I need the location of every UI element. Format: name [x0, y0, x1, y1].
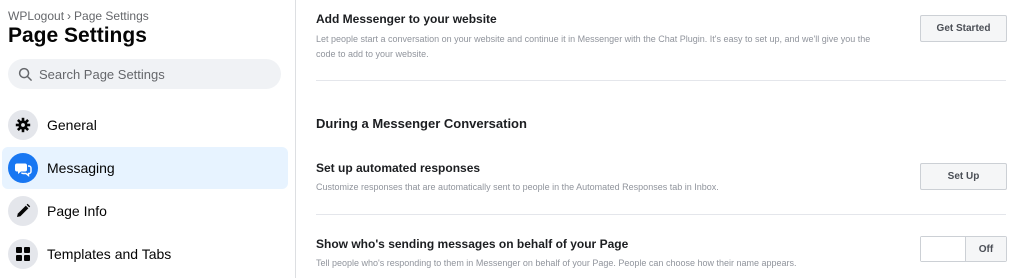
sidebar-item-label: Messaging [47, 160, 115, 176]
add-messenger-description: Let people start a conversation on your … [316, 34, 871, 59]
search-box[interactable] [8, 59, 281, 89]
messenger-icon [8, 153, 38, 183]
toggle-knob[interactable] [921, 237, 966, 261]
grid-icon [8, 239, 38, 269]
show-sender-description: Tell people who's responding to them in … [316, 258, 797, 268]
automated-responses-description: Customize responses that are automatical… [316, 182, 719, 192]
sidebar-item-general[interactable]: General [2, 104, 288, 146]
search-input[interactable] [39, 66, 269, 82]
add-messenger-title: Add Messenger to your website [316, 12, 497, 26]
search-icon [18, 67, 32, 81]
sidebar-item-page-info[interactable]: Page Info [2, 190, 288, 232]
breadcrumb-parent[interactable]: WPLogout [8, 9, 64, 23]
divider [316, 80, 1006, 81]
gear-icon [8, 110, 38, 140]
sidebar-item-label: General [47, 117, 97, 133]
toggle-state-label: Off [966, 237, 1006, 261]
show-sender-title: Show who's sending messages on behalf of… [316, 237, 629, 251]
automated-responses-title: Set up automated responses [316, 161, 481, 175]
sidebar-item-label: Templates and Tabs [47, 246, 172, 262]
breadcrumb: WPLogout › Page Settings [8, 9, 149, 23]
breadcrumb-current: Page Settings [74, 9, 149, 23]
pencil-icon [8, 196, 38, 226]
sidebar-item-label: Page Info [47, 203, 107, 219]
settings-content: Add Messenger to your website Let people… [297, 0, 1024, 278]
sidebar-item-templates-and-tabs[interactable]: Templates and Tabs [2, 233, 288, 275]
breadcrumb-separator: › [67, 9, 72, 23]
get-started-button[interactable]: Get Started [920, 15, 1007, 42]
settings-sidebar: WPLogout›Page Settings Page Settings Gen… [0, 0, 296, 278]
sidebar-item-messaging[interactable]: Messaging [2, 147, 288, 189]
show-sender-toggle[interactable]: Off [920, 236, 1007, 262]
set-up-button[interactable]: Set Up [920, 163, 1007, 190]
divider [316, 214, 1006, 215]
page-title: Page Settings [8, 24, 147, 47]
section-title: During a Messenger Conversation [316, 116, 527, 131]
